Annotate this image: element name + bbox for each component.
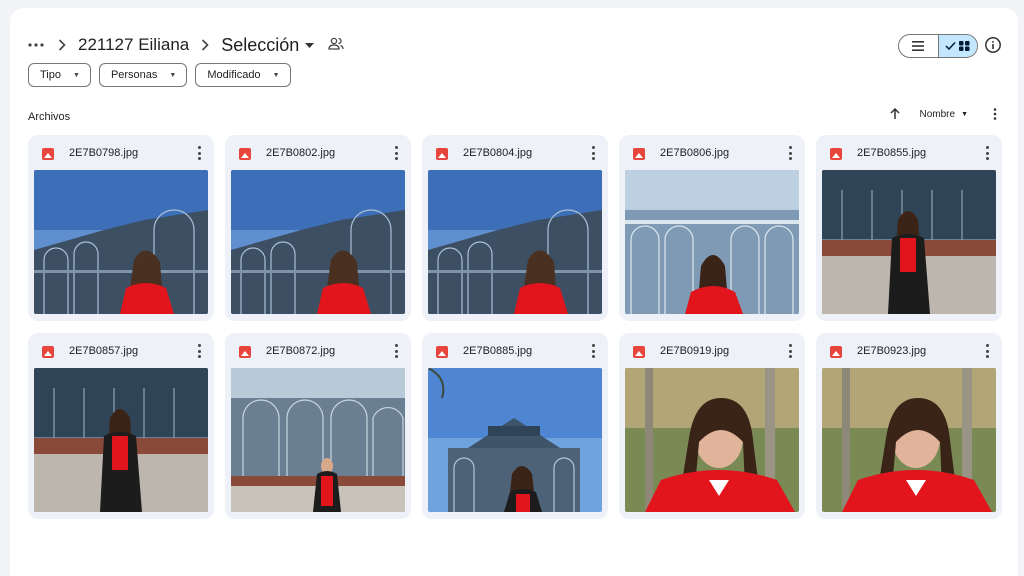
file-thumbnail — [231, 170, 405, 314]
drive-panel: 221127 Eiliana Selección Tipo ▼ Personas… — [10, 8, 1018, 576]
chevron-right-icon — [201, 35, 209, 56]
image-file-icon — [436, 346, 448, 358]
more-vertical-icon[interactable] — [393, 146, 399, 160]
file-thumbnail — [231, 368, 405, 512]
file-thumbnail — [625, 170, 799, 314]
caret-down-icon[interactable]: ▼ — [961, 111, 968, 118]
more-vertical-icon[interactable] — [984, 146, 990, 160]
filter-label: Modificado — [207, 69, 261, 81]
image-file-icon — [633, 148, 645, 160]
image-file-icon — [830, 148, 842, 160]
photo-preview — [428, 170, 602, 314]
more-vertical-icon[interactable] — [787, 344, 793, 358]
file-grid: 2E7B0798.jpg 2E7B0802.jpg 2E7B0804.jpg 2… — [28, 135, 1002, 519]
image-file-icon — [239, 148, 251, 160]
filter-label: Tipo — [40, 69, 61, 81]
image-file-icon — [42, 148, 54, 160]
section-title: Archivos — [28, 111, 71, 123]
more-vertical-icon[interactable] — [196, 344, 202, 358]
file-thumbnail — [34, 170, 208, 314]
file-name: 2E7B0802.jpg — [266, 147, 336, 159]
more-vertical-icon[interactable] — [984, 344, 990, 358]
more-vertical-icon[interactable] — [590, 146, 596, 160]
image-file-icon — [436, 148, 448, 160]
file-name: 2E7B0806.jpg — [660, 147, 730, 159]
more-horizontal-icon[interactable] — [26, 35, 46, 55]
photo-preview — [822, 170, 996, 314]
file-thumbnail — [625, 368, 799, 512]
filter-modified[interactable]: Modificado ▼ — [195, 63, 291, 87]
chevron-right-icon — [58, 35, 66, 56]
photo-preview — [822, 368, 996, 512]
image-file-icon — [239, 346, 251, 358]
image-file-icon — [830, 346, 842, 358]
more-vertical-icon[interactable] — [787, 146, 793, 160]
file-name: 2E7B0885.jpg — [463, 345, 533, 357]
file-card[interactable]: 2E7B0857.jpg — [28, 333, 214, 519]
more-vertical-icon[interactable] — [988, 108, 1002, 120]
file-card[interactable]: 2E7B0919.jpg — [619, 333, 805, 519]
filter-people[interactable]: Personas ▼ — [98, 63, 188, 87]
photo-preview — [231, 170, 405, 314]
info-icon[interactable] — [984, 36, 1002, 54]
file-name: 2E7B0804.jpg — [463, 147, 533, 159]
list-icon — [912, 41, 925, 51]
caret-down-icon: ▼ — [169, 71, 177, 79]
filter-label: Personas — [110, 69, 158, 81]
more-vertical-icon[interactable] — [590, 344, 596, 358]
image-file-icon — [633, 346, 645, 358]
arrow-up-icon[interactable] — [885, 104, 905, 124]
photo-preview — [231, 368, 405, 512]
caret-down-icon: ▼ — [272, 71, 280, 79]
caret-down-icon: ▼ — [73, 71, 80, 79]
file-card[interactable]: 2E7B0804.jpg — [422, 135, 608, 321]
file-card[interactable]: 2E7B0855.jpg — [816, 135, 1002, 321]
file-card[interactable]: 2E7B0802.jpg — [225, 135, 411, 321]
view-toggle — [898, 34, 978, 58]
photo-preview — [34, 368, 208, 512]
filter-bar: Tipo ▼ Personas ▼ Modificado ▼ — [28, 63, 291, 87]
breadcrumb-item-current[interactable]: Selección — [221, 35, 299, 56]
photo-preview — [428, 368, 602, 512]
sort-field-button[interactable]: Nombre — [919, 109, 955, 120]
file-name: 2E7B0923.jpg — [857, 345, 927, 357]
grid-view-button[interactable] — [937, 35, 977, 57]
file-thumbnail — [822, 170, 996, 314]
breadcrumb: 221127 Eiliana Selección — [26, 28, 1002, 62]
file-card[interactable]: 2E7B0872.jpg — [225, 333, 411, 519]
photo-preview — [625, 170, 799, 314]
sort-controls: Nombre ▼ — [885, 104, 1002, 124]
file-name: 2E7B0798.jpg — [69, 147, 139, 159]
photo-preview — [34, 170, 208, 314]
check-grid-icon — [945, 41, 970, 51]
file-card[interactable]: 2E7B0798.jpg — [28, 135, 214, 321]
caret-down-icon[interactable] — [305, 40, 315, 50]
file-card[interactable]: 2E7B0806.jpg — [619, 135, 805, 321]
file-thumbnail — [428, 368, 602, 512]
file-thumbnail — [34, 368, 208, 512]
file-name: 2E7B0919.jpg — [660, 345, 730, 357]
file-thumbnail — [822, 368, 996, 512]
image-file-icon — [42, 346, 54, 358]
more-vertical-icon[interactable] — [196, 146, 202, 160]
filter-type[interactable]: Tipo ▼ — [28, 63, 91, 87]
shared-folder-icon[interactable] — [328, 37, 344, 53]
file-card[interactable]: 2E7B0885.jpg — [422, 333, 608, 519]
file-card[interactable]: 2E7B0923.jpg — [816, 333, 1002, 519]
file-name: 2E7B0857.jpg — [69, 345, 139, 357]
file-name: 2E7B0855.jpg — [857, 147, 927, 159]
more-vertical-icon[interactable] — [393, 344, 399, 358]
photo-preview — [625, 368, 799, 512]
file-thumbnail — [428, 170, 602, 314]
file-name: 2E7B0872.jpg — [266, 345, 336, 357]
list-view-button[interactable] — [899, 35, 938, 57]
breadcrumb-item-folder[interactable]: 221127 Eiliana — [78, 35, 189, 55]
